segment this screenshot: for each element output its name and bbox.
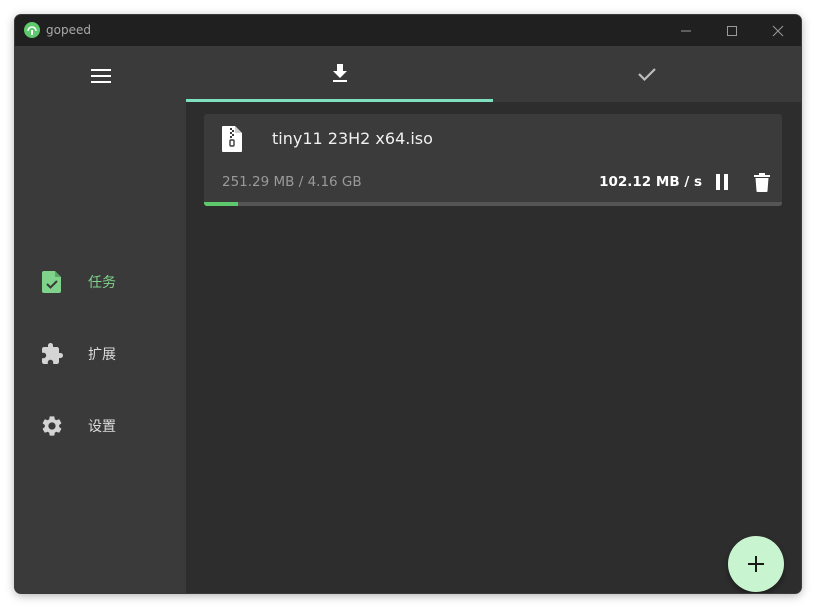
sidebar-item-label: 扩展 — [88, 347, 116, 363]
pause-button[interactable] — [712, 172, 732, 192]
hamburger-menu-icon — [91, 69, 111, 83]
checkmark-icon — [638, 68, 656, 82]
pause-icon — [716, 174, 728, 190]
task-file-name: tiny11 23H2 x64.iso — [272, 129, 433, 148]
app-window: gopeed 任务 扩展 设置 tiny11 23H2 x64.iso 251.… — [15, 15, 801, 593]
tab-completed[interactable] — [493, 46, 801, 102]
sidebar: 任务 扩展 设置 — [15, 46, 186, 593]
sidebar-item-extensions[interactable]: 扩展 — [15, 330, 186, 378]
maximize-icon — [727, 25, 737, 36]
maximize-button[interactable] — [709, 15, 755, 46]
minimize-icon — [681, 30, 691, 31]
sidebar-item-label: 任务 — [88, 275, 116, 291]
tab-bar — [186, 46, 801, 102]
gear-icon — [40, 414, 64, 438]
sidebar-item-label: 设置 — [88, 419, 116, 435]
window-title: gopeed — [46, 23, 91, 37]
download-icon — [332, 64, 347, 82]
sidebar-item-settings[interactable]: 设置 — [15, 402, 186, 450]
add-task-button[interactable] — [728, 536, 784, 592]
menu-button[interactable] — [88, 66, 114, 86]
task-size-progress: 251.29 MB / 4.16 GB — [222, 174, 362, 190]
tab-downloading[interactable] — [186, 46, 493, 102]
trash-icon — [754, 172, 770, 192]
minimize-button[interactable] — [663, 15, 709, 46]
task-list: tiny11 23H2 x64.iso 251.29 MB / 4.16 GB … — [186, 102, 801, 593]
sidebar-item-tasks[interactable]: 任务 — [15, 258, 186, 306]
gopeed-logo-icon — [24, 22, 40, 38]
zip-file-icon — [222, 126, 242, 152]
delete-button[interactable] — [752, 172, 772, 192]
puzzle-extension-icon — [40, 342, 64, 366]
close-button[interactable] — [755, 15, 801, 46]
plus-icon — [748, 556, 764, 572]
task-card[interactable]: tiny11 23H2 x64.iso 251.29 MB / 4.16 GB … — [204, 114, 782, 206]
task-file-check-icon — [40, 270, 64, 294]
task-speed: 102.12 MB / s — [599, 174, 702, 190]
close-icon — [772, 25, 784, 36]
task-progress-bar — [204, 202, 782, 206]
title-bar[interactable]: gopeed — [15, 15, 801, 46]
task-progress-fill — [204, 202, 239, 206]
